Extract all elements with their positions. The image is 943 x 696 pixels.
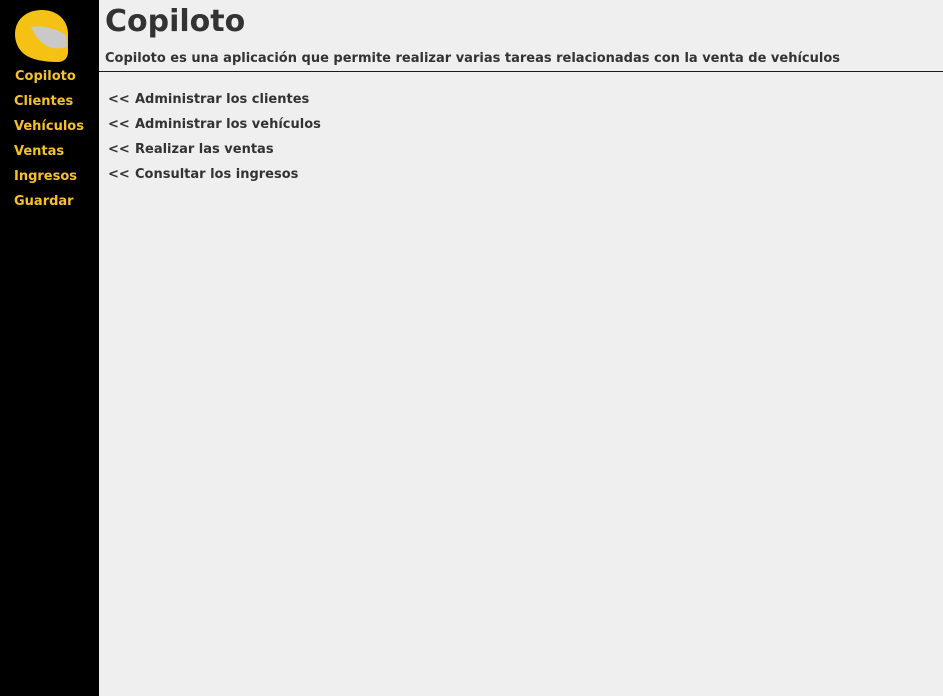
link-administrar-clientes[interactable]: << Administrar los clientes (108, 90, 321, 115)
main-content: Copiloto Copiloto es una aplicación que … (99, 0, 943, 696)
link-label: Realizar las ventas (135, 142, 274, 157)
link-consultar-ingresos[interactable]: << Consultar los ingresos (108, 165, 321, 190)
helmet-icon[interactable] (14, 9, 70, 63)
page-subtitle: Copiloto es una aplicación que permite r… (105, 51, 840, 66)
left-arrow-icon: << (108, 167, 130, 182)
sidebar-nav: Copiloto Clientes Vehículos Ventas Ingre… (0, 66, 99, 216)
link-label: Consultar los ingresos (135, 167, 299, 182)
link-administrar-vehiculos[interactable]: << Administrar los vehículos (108, 115, 321, 140)
page-header: Copiloto Copiloto es una aplicación que … (99, 0, 943, 72)
sidebar-item-vehiculos[interactable]: Vehículos (0, 116, 99, 141)
sidebar-item-ventas[interactable]: Ventas (0, 141, 99, 166)
left-arrow-icon: << (108, 92, 130, 107)
left-arrow-icon: << (108, 142, 130, 157)
sidebar-item-ingresos[interactable]: Ingresos (0, 166, 99, 191)
left-arrow-icon: << (108, 117, 130, 132)
sidebar-item-copiloto[interactable]: Copiloto (0, 66, 99, 91)
link-label: Administrar los clientes (135, 92, 310, 107)
sidebar-item-clientes[interactable]: Clientes (0, 91, 99, 116)
quick-links: << Administrar los clientes << Administrar… (108, 90, 321, 190)
link-realizar-ventas[interactable]: << Realizar las ventas (108, 140, 321, 165)
sidebar-item-guardar[interactable]: Guardar (0, 191, 99, 216)
sidebar: Copiloto Clientes Vehículos Ventas Ingre… (0, 0, 99, 696)
page-title: Copiloto (105, 4, 246, 39)
link-label: Administrar los vehículos (135, 117, 321, 132)
